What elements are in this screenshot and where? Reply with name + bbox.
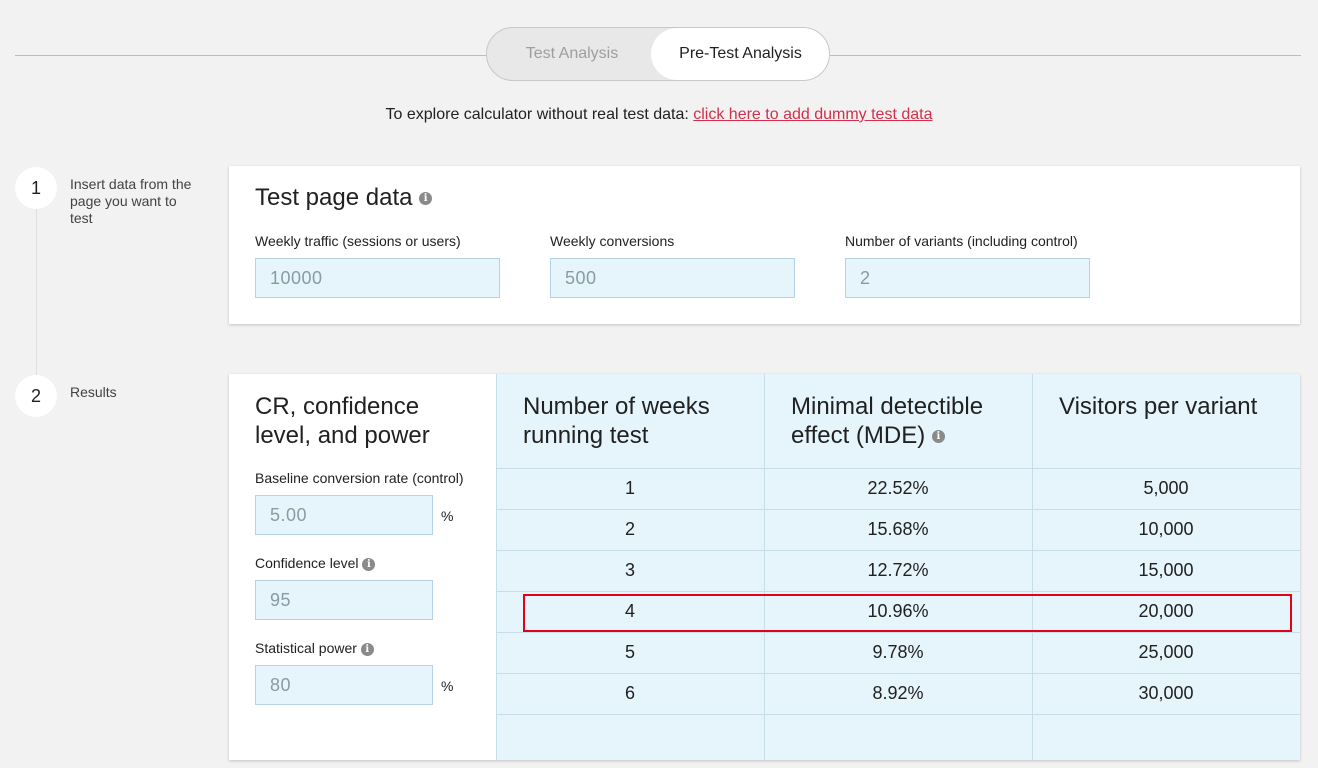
dummy-data-notice: To explore calculator without real test … — [0, 106, 1318, 124]
weekly-conversions-input[interactable]: 500 — [550, 258, 795, 298]
step-2-text: Results — [70, 384, 117, 400]
info-icon[interactable]: i — [362, 557, 376, 571]
analysis-mode-toggle[interactable]: Test Analysis Pre-Test Analysis — [486, 27, 830, 81]
statistical-power-label: Statistical power i — [255, 640, 374, 656]
baseline-cr-label: Baseline conversion rate (control) — [255, 470, 464, 486]
step-1-badge: 1 — [15, 167, 57, 209]
cell-visitors: 10,000 — [1138, 519, 1194, 539]
baseline-cr-unit: % — [441, 508, 454, 524]
cell-visitors: 15,000 — [1138, 560, 1194, 580]
statistical-power-label-text: Statistical power — [255, 640, 357, 656]
results-table: Number of weeks running test Minimal det… — [496, 374, 1300, 760]
baseline-cr-input[interactable]: 5.00 — [255, 495, 433, 535]
highlighted-row-outline — [523, 594, 1292, 632]
cell-weeks: 6 — [624, 683, 635, 703]
cell-mde: 22.52% — [867, 478, 929, 498]
info-icon[interactable]: i — [360, 642, 374, 656]
confidence-level-label: Confidence level i — [255, 555, 376, 571]
step-1-text: Insert data from the page you want to te… — [70, 176, 192, 226]
add-dummy-data-link[interactable]: click here to add dummy test data — [693, 106, 932, 123]
dummy-data-text: To explore calculator without real test … — [385, 106, 689, 123]
tab-test-analysis[interactable]: Test Analysis — [487, 28, 657, 80]
cell-mde: 9.78% — [872, 642, 924, 662]
test-page-data-title: Test page data i — [255, 184, 433, 212]
cell-mde: 12.72% — [867, 560, 929, 580]
cell-weeks: 5 — [624, 642, 635, 662]
step-2-badge: 2 — [15, 375, 57, 417]
info-icon[interactable]: i — [419, 192, 433, 206]
confidence-level-label-text: Confidence level — [255, 555, 359, 571]
row-divider — [496, 714, 1300, 715]
test-page-data-title-text: Test page data — [255, 184, 413, 211]
statistical-power-unit: % — [441, 678, 454, 694]
statistical-power-input[interactable]: 80 — [255, 665, 433, 705]
header-mde-text: Minimal detectible effect (MDE) — [791, 393, 984, 449]
weekly-conversions-label: Weekly conversions — [550, 233, 675, 249]
confidence-level-input[interactable]: 95 — [255, 580, 433, 620]
settings-title: CR, confidence level, and power — [255, 393, 430, 449]
results-card: CR, confidence level, and power Baseline… — [229, 374, 1300, 760]
step-connector — [36, 205, 37, 375]
header-mde: Minimal detectible effect (MDE) i — [791, 392, 1021, 450]
cell-weeks: 2 — [624, 519, 635, 539]
test-page-data-card: Test page data i Weekly traffic (session… — [229, 166, 1300, 324]
cell-weeks: 1 — [624, 478, 635, 498]
cell-visitors: 30,000 — [1138, 683, 1194, 703]
header-weeks: Number of weeks running test — [523, 393, 710, 449]
cell-visitors: 25,000 — [1138, 642, 1194, 662]
cell-mde: 8.92% — [872, 683, 924, 703]
cell-weeks: 3 — [624, 560, 635, 580]
variants-count-label: Number of variants (including control) — [845, 233, 1078, 249]
header-visitors: Visitors per variant — [1059, 393, 1258, 420]
weekly-traffic-input[interactable]: 10000 — [255, 258, 500, 298]
weekly-traffic-label: Weekly traffic (sessions or users) — [255, 233, 461, 249]
tab-pre-test-analysis[interactable]: Pre-Test Analysis — [651, 28, 829, 80]
info-icon[interactable]: i — [931, 430, 945, 444]
cell-mde: 15.68% — [867, 519, 929, 539]
cell-visitors: 5,000 — [1143, 478, 1189, 498]
variants-count-input[interactable]: 2 — [845, 258, 1090, 298]
